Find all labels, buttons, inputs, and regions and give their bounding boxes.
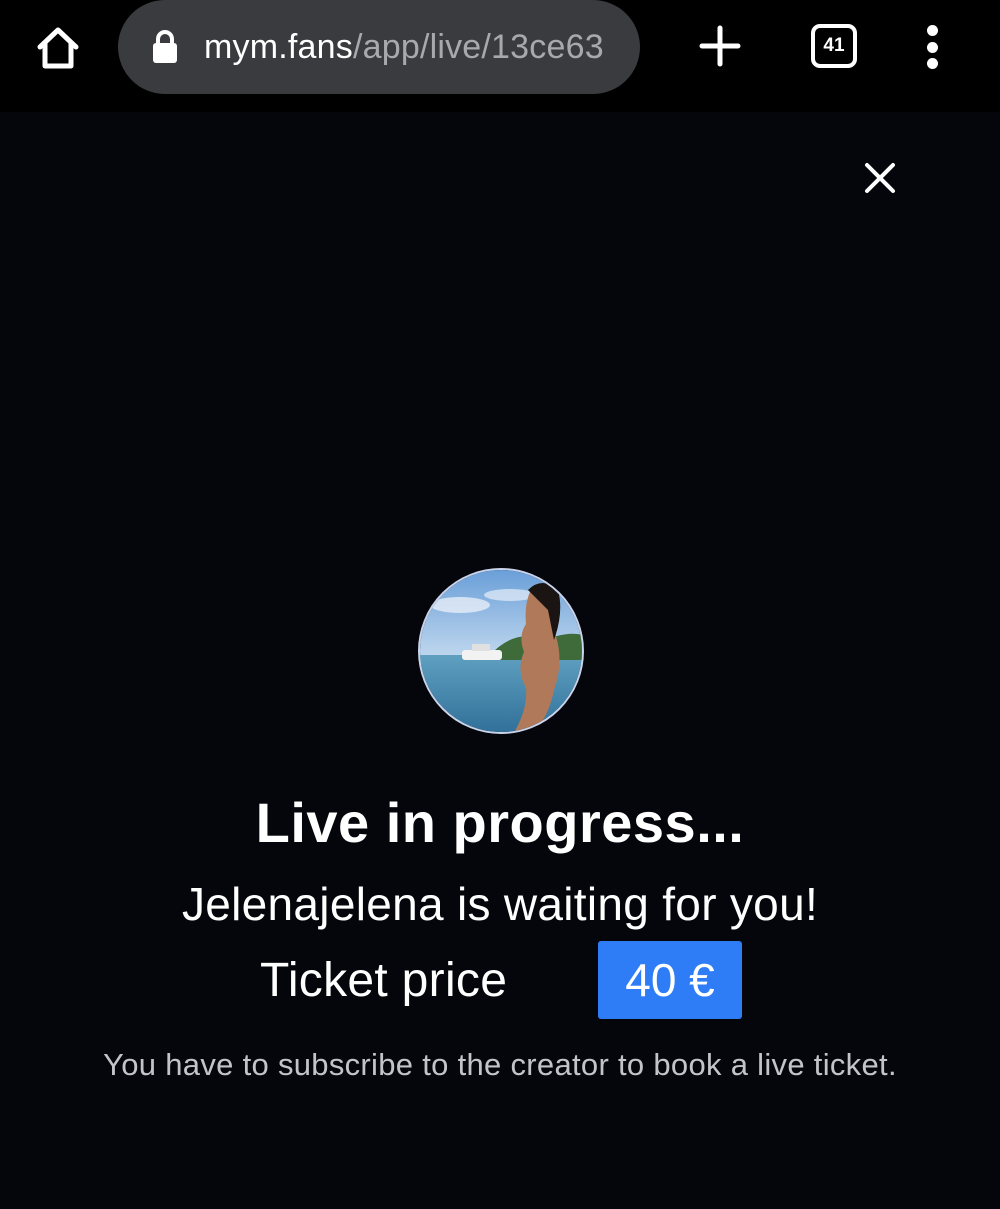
ticket-price-label: Ticket price [260, 953, 508, 1007]
url-text: mym.fans/app/live/13ce63 [204, 28, 622, 67]
browser-toolbar: mym.fans/app/live/13ce63 41 [0, 0, 1000, 112]
new-tab-button[interactable] [694, 20, 746, 72]
more-vert-icon-dot [926, 58, 938, 69]
plus-icon [699, 25, 741, 67]
ticket-price-row: Ticket price 40 € [260, 941, 742, 1019]
home-button[interactable] [30, 22, 86, 74]
more-menu-button[interactable] [910, 22, 954, 72]
tab-count: 41 [823, 35, 845, 56]
address-bar[interactable]: mym.fans/app/live/13ce63 [118, 0, 640, 94]
subscription-note: You have to subscribe to the creator to … [103, 1047, 897, 1082]
home-icon [37, 27, 79, 69]
avatar [418, 568, 584, 734]
ticket-price-badge: 40 € [598, 941, 742, 1019]
creator-waiting-text: Jelenajelena is waiting for you! [181, 878, 819, 930]
lock-icon [153, 30, 177, 63]
close-icon [865, 163, 895, 193]
tab-switcher-button[interactable]: 41 [811, 24, 857, 68]
page-title: Live in progress... [255, 791, 745, 854]
url-host: mym.fans [204, 27, 353, 66]
avatar-photo [420, 570, 582, 732]
more-vert-icon [926, 25, 938, 36]
close-button[interactable] [857, 155, 903, 201]
more-vert-icon-dot [926, 41, 938, 53]
url-path: /app/live/13ce63 [352, 27, 604, 66]
